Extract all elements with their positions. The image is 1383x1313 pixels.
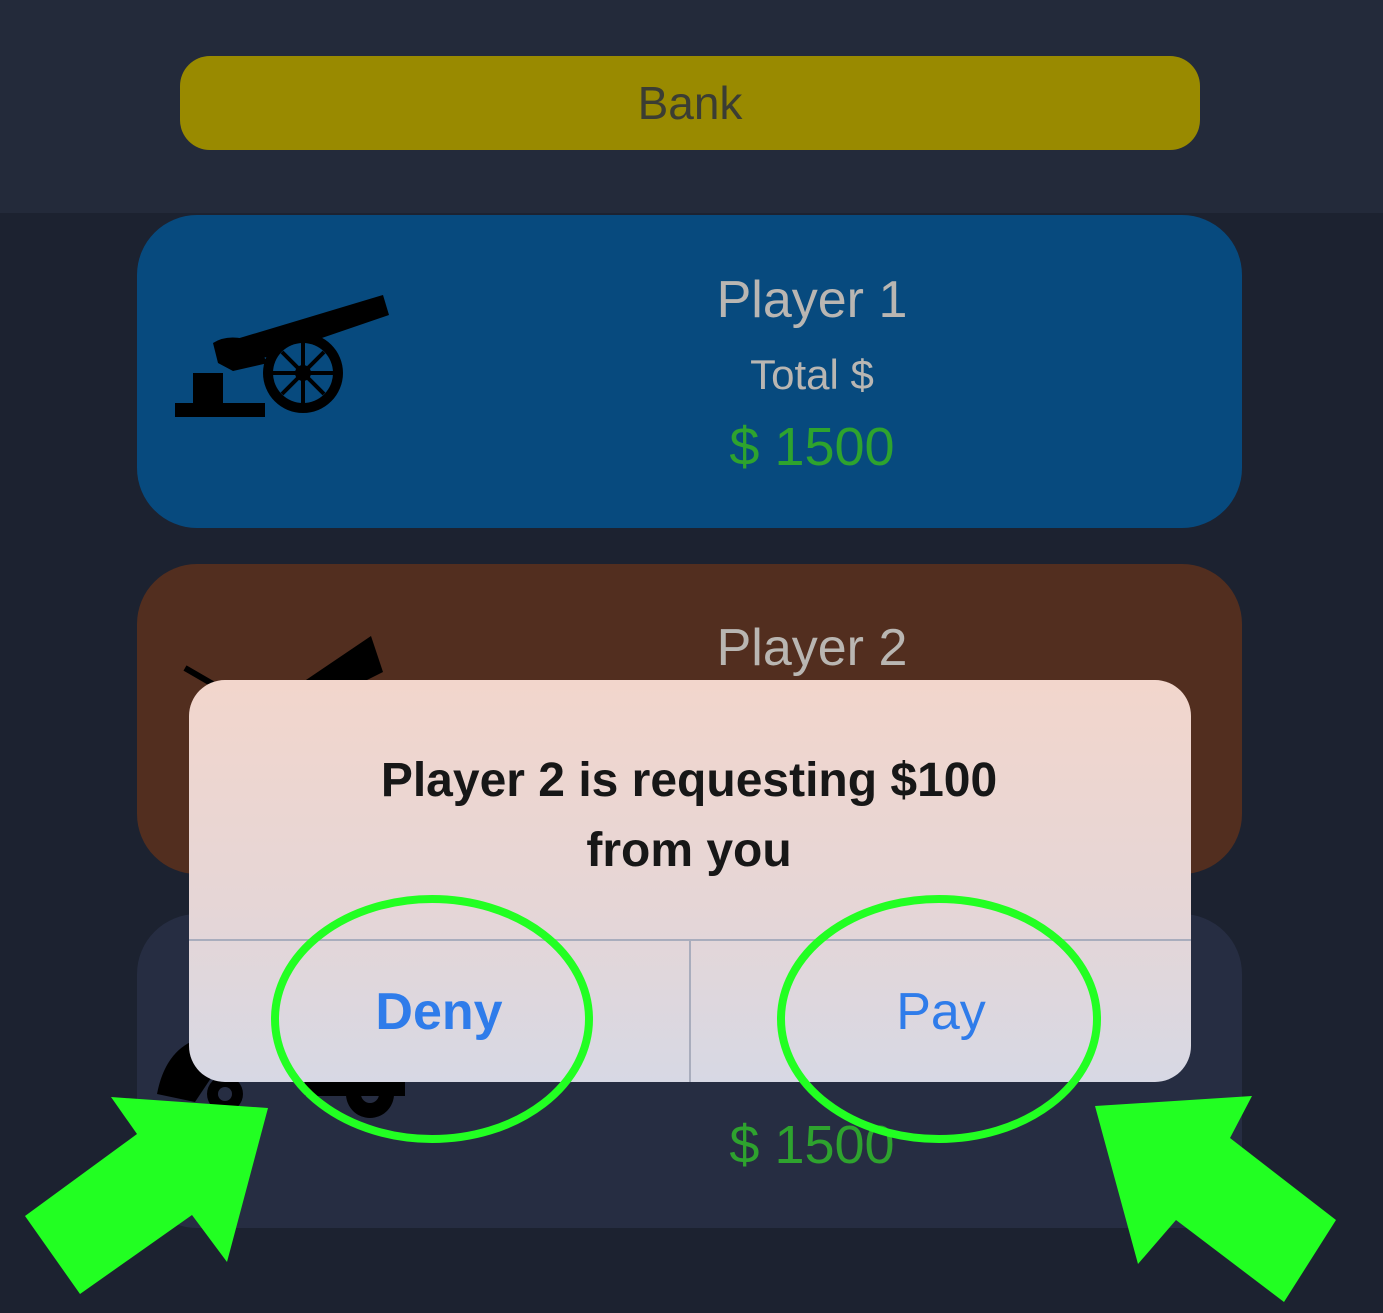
dialog-message-line-2: from you (586, 824, 792, 877)
player-amount: $ 1500 (729, 417, 895, 477)
payment-request-dialog: Player 2 is requesting $100 from you Den… (189, 680, 1191, 1082)
player-name: Player 2 (716, 619, 908, 677)
pay-button[interactable]: Pay (691, 941, 1191, 1082)
bank-button-label: Bank (637, 77, 743, 129)
bank-button[interactable]: Bank (180, 56, 1200, 150)
dialog-message-line-1: Player 2 is requesting $100 (380, 754, 998, 807)
dialog-message: Player 2 is requesting $100 from you (249, 746, 1129, 886)
player-name: Player 1 (716, 271, 908, 329)
total-label: Total $ (750, 351, 874, 398)
deny-button[interactable]: Deny (189, 941, 689, 1082)
cannon-icon (175, 295, 389, 417)
player-card-1[interactable]: Player 1 Total $ $ 1500 (137, 215, 1242, 528)
player-amount: $ 1500 (729, 1115, 895, 1175)
